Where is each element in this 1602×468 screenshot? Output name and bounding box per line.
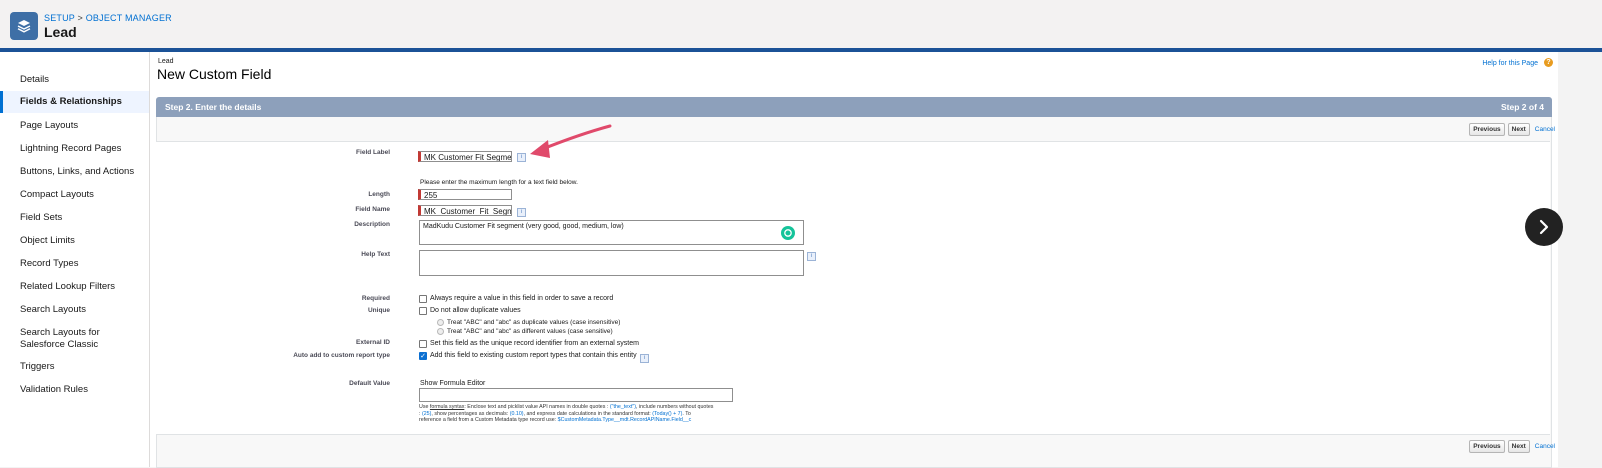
sidebar-item-compact-layouts[interactable]: Compact Layouts [0,189,149,201]
help-text-fragment: , show percentages as decimals: [431,410,510,417]
cancel-link[interactable]: Cancel [1535,443,1555,450]
help-text-fragment: , and express date calculations in the s… [523,410,653,417]
top-button-row: Previous Next Cancel [1469,122,1555,136]
help-text-fragment: , include numbers without quotes [635,404,714,410]
breadcrumb-setup[interactable]: SETUP [44,13,75,23]
page-heading: New Custom Field [157,66,272,82]
help-text-textarea[interactable] [419,250,804,276]
length-note: Please enter the maximum length for a te… [420,179,578,186]
field-name-input[interactable]: MK_Customer_Fit_Segn [418,205,512,216]
help-example: ("the_text") [609,404,636,410]
sidebar-item-fields-relationships[interactable]: Fields & Relationships [0,91,149,113]
case-insensitive-radio[interactable] [437,319,444,326]
sidebar-item-search-layouts-classic[interactable]: Search Layouts for Salesforce Classic [0,327,149,351]
chevron-right-icon [1539,219,1549,235]
step-header: Step 2. Enter the details Step 2 of 4 [156,97,1552,117]
description-value: MadKudu Customer Fit segment (very good,… [423,223,624,230]
bottom-button-row: Previous Next Cancel [1469,439,1555,453]
show-formula-editor-link[interactable]: Show Formula Editor [420,380,485,387]
page-title: Lead [44,24,77,40]
formula-syntax-help: Use formula syntax: Enclose text and pic… [419,404,749,424]
default-value-textarea[interactable] [419,388,733,402]
help-icon[interactable]: ? [1544,58,1553,67]
description-label: Description [354,221,390,228]
breadcrumb-separator: > [77,13,84,23]
help-example: (Today() + 7) [652,410,683,417]
unique-label: Unique [367,307,390,314]
sidebar-item-search-layouts[interactable]: Search Layouts [0,304,149,316]
info-icon[interactable]: i [517,208,526,217]
info-icon[interactable]: i [640,354,649,363]
auto-add-label: Auto add to custom report type [293,352,390,359]
sidebar: Details Fields & Relationships Page Layo… [0,52,150,467]
next-button[interactable]: Next [1507,122,1530,136]
sidebar-item-validation-rules[interactable]: Validation Rules [0,384,149,396]
sidebar-item-field-sets[interactable]: Field Sets [0,212,149,224]
help-example: (0.10) [509,410,524,417]
description-textarea[interactable]: MadKudu Customer Fit segment (very good,… [419,220,804,245]
length-label: Length [368,191,390,198]
help-text-fragment: reference a field from a Custom Metadata… [419,417,558,423]
case-sensitive-text: Treat "ABC" and "abc" as different value… [447,328,613,335]
help-text-fragment: : Enclose text and picklist value API na… [464,404,610,410]
sidebar-item-object-limits[interactable]: Object Limits [0,235,149,247]
grammarly-icon[interactable] [781,226,795,240]
scrollbar[interactable] [1558,52,1568,467]
help-text-fragment: . To [682,410,691,417]
step-title: Step 2. Enter the details [165,102,262,112]
layers-icon [10,12,38,40]
external-id-checkbox[interactable] [419,340,427,348]
setup-header: SETUP > OBJECT MANAGER Lead [0,0,1602,49]
info-icon[interactable]: i [807,252,816,261]
unique-checkbox[interactable] [419,307,427,315]
previous-button[interactable]: Previous [1469,122,1505,136]
default-value-label: Default Value [349,380,390,387]
object-label: Lead [158,58,174,65]
required-label: Required [361,295,390,302]
field-details-form: Field Label MK Customer Fit Segme i Plea… [156,141,1550,435]
help-for-page-link[interactable]: Help for this Page [1482,60,1538,67]
breadcrumb-object-manager[interactable]: OBJECT MANAGER [86,13,172,23]
case-insensitive-text: Treat "ABC" and "abc" as duplicate value… [447,319,621,326]
field-name-label: Field Name [355,206,390,213]
annotation-arrow-icon [530,124,612,158]
unique-text: Do not allow duplicate values [430,307,521,314]
case-sensitive-radio[interactable] [437,328,444,335]
main-content: Lead New Custom Field Help for this Page… [150,52,1558,468]
required-text: Always require a value in this field in … [430,295,614,302]
help-text-label: Help Text [361,251,390,258]
sidebar-item-lightning-record-pages[interactable]: Lightning Record Pages [0,143,149,155]
field-label-label: Field Label [356,149,390,156]
sidebar-item-page-layouts[interactable]: Page Layouts [0,120,149,132]
external-id-label: External ID [356,339,390,346]
field-label-input[interactable]: MK Customer Fit Segme [418,151,512,162]
auto-add-checkbox[interactable]: ✓ [419,352,427,360]
help-text-fragment: Use [419,404,430,410]
breadcrumb: SETUP > OBJECT MANAGER [44,13,172,23]
previous-button[interactable]: Previous [1469,439,1505,453]
sidebar-item-triggers[interactable]: Triggers [0,361,149,373]
next-slide-button[interactable] [1525,208,1563,246]
length-input[interactable]: 255 [418,189,512,200]
help-example: (25) [421,410,432,417]
next-button[interactable]: Next [1507,439,1530,453]
help-example: $CustomMetadata.Type__mdt.RecordAPIName.… [557,417,692,423]
sidebar-item-record-types[interactable]: Record Types [0,258,149,270]
sidebar-item-details[interactable]: Details [0,74,149,86]
external-id-text: Set this field as the unique record iden… [430,340,639,347]
required-checkbox[interactable] [419,295,427,303]
cancel-link[interactable]: Cancel [1535,126,1555,133]
auto-add-text: Add this field to existing custom report… [430,352,637,359]
sidebar-item-related-lookup-filters[interactable]: Related Lookup Filters [0,281,149,293]
sidebar-item-buttons-links-actions[interactable]: Buttons, Links, and Actions [0,166,149,178]
formula-syntax-link[interactable]: formula syntax [430,404,464,410]
step-counter: Step 2 of 4 [1501,102,1544,112]
